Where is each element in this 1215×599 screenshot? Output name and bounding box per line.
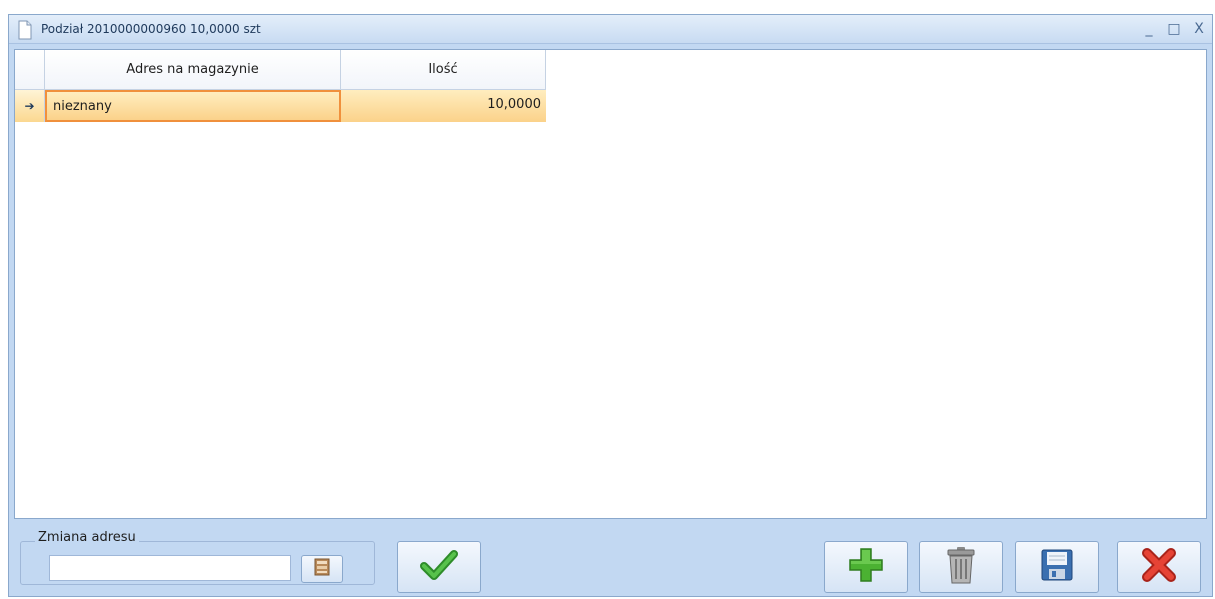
address-input[interactable] [49,555,291,581]
row-indicator-header [15,50,45,90]
column-header-quantity[interactable]: Ilość [341,50,546,90]
add-button[interactable] [824,541,908,593]
document-icon [15,20,35,40]
browse-address-button[interactable] [301,555,343,583]
row-indicator-arrow-icon: ➔ [15,90,45,122]
plus-icon [847,546,885,588]
close-button[interactable]: X [1190,20,1208,38]
save-button[interactable] [1015,541,1099,593]
title-bar[interactable]: Podział 2010000000960 10,0000 szt _ □ X [9,15,1212,44]
shelf-icon [312,557,332,581]
bottom-toolbar: Zmiana adresu [9,521,1212,596]
delete-button[interactable] [919,541,1003,593]
column-header-address[interactable]: Adres na magazynie [45,50,341,90]
red-x-icon [1140,546,1178,588]
dialog-window: Podział 2010000000960 10,0000 szt _ □ X … [8,14,1213,597]
cell-quantity[interactable]: 10,0000 [341,90,546,122]
checkmark-icon [420,548,458,586]
maximize-button[interactable]: □ [1165,20,1183,38]
grid-panel[interactable]: Adres na magazynie Ilość ➔ nieznany 10,0… [14,49,1207,519]
window-title: Podział 2010000000960 10,0000 szt [41,22,261,36]
minimize-button[interactable]: _ [1140,20,1158,38]
cancel-button[interactable] [1117,541,1201,593]
floppy-disk-icon [1039,547,1075,587]
confirm-button[interactable] [397,541,481,593]
cell-address[interactable]: nieznany [45,90,341,122]
address-change-legend: Zmiana adresu [35,530,139,545]
table-row[interactable]: ➔ nieznany 10,0000 [15,90,546,122]
trash-icon [944,545,978,589]
